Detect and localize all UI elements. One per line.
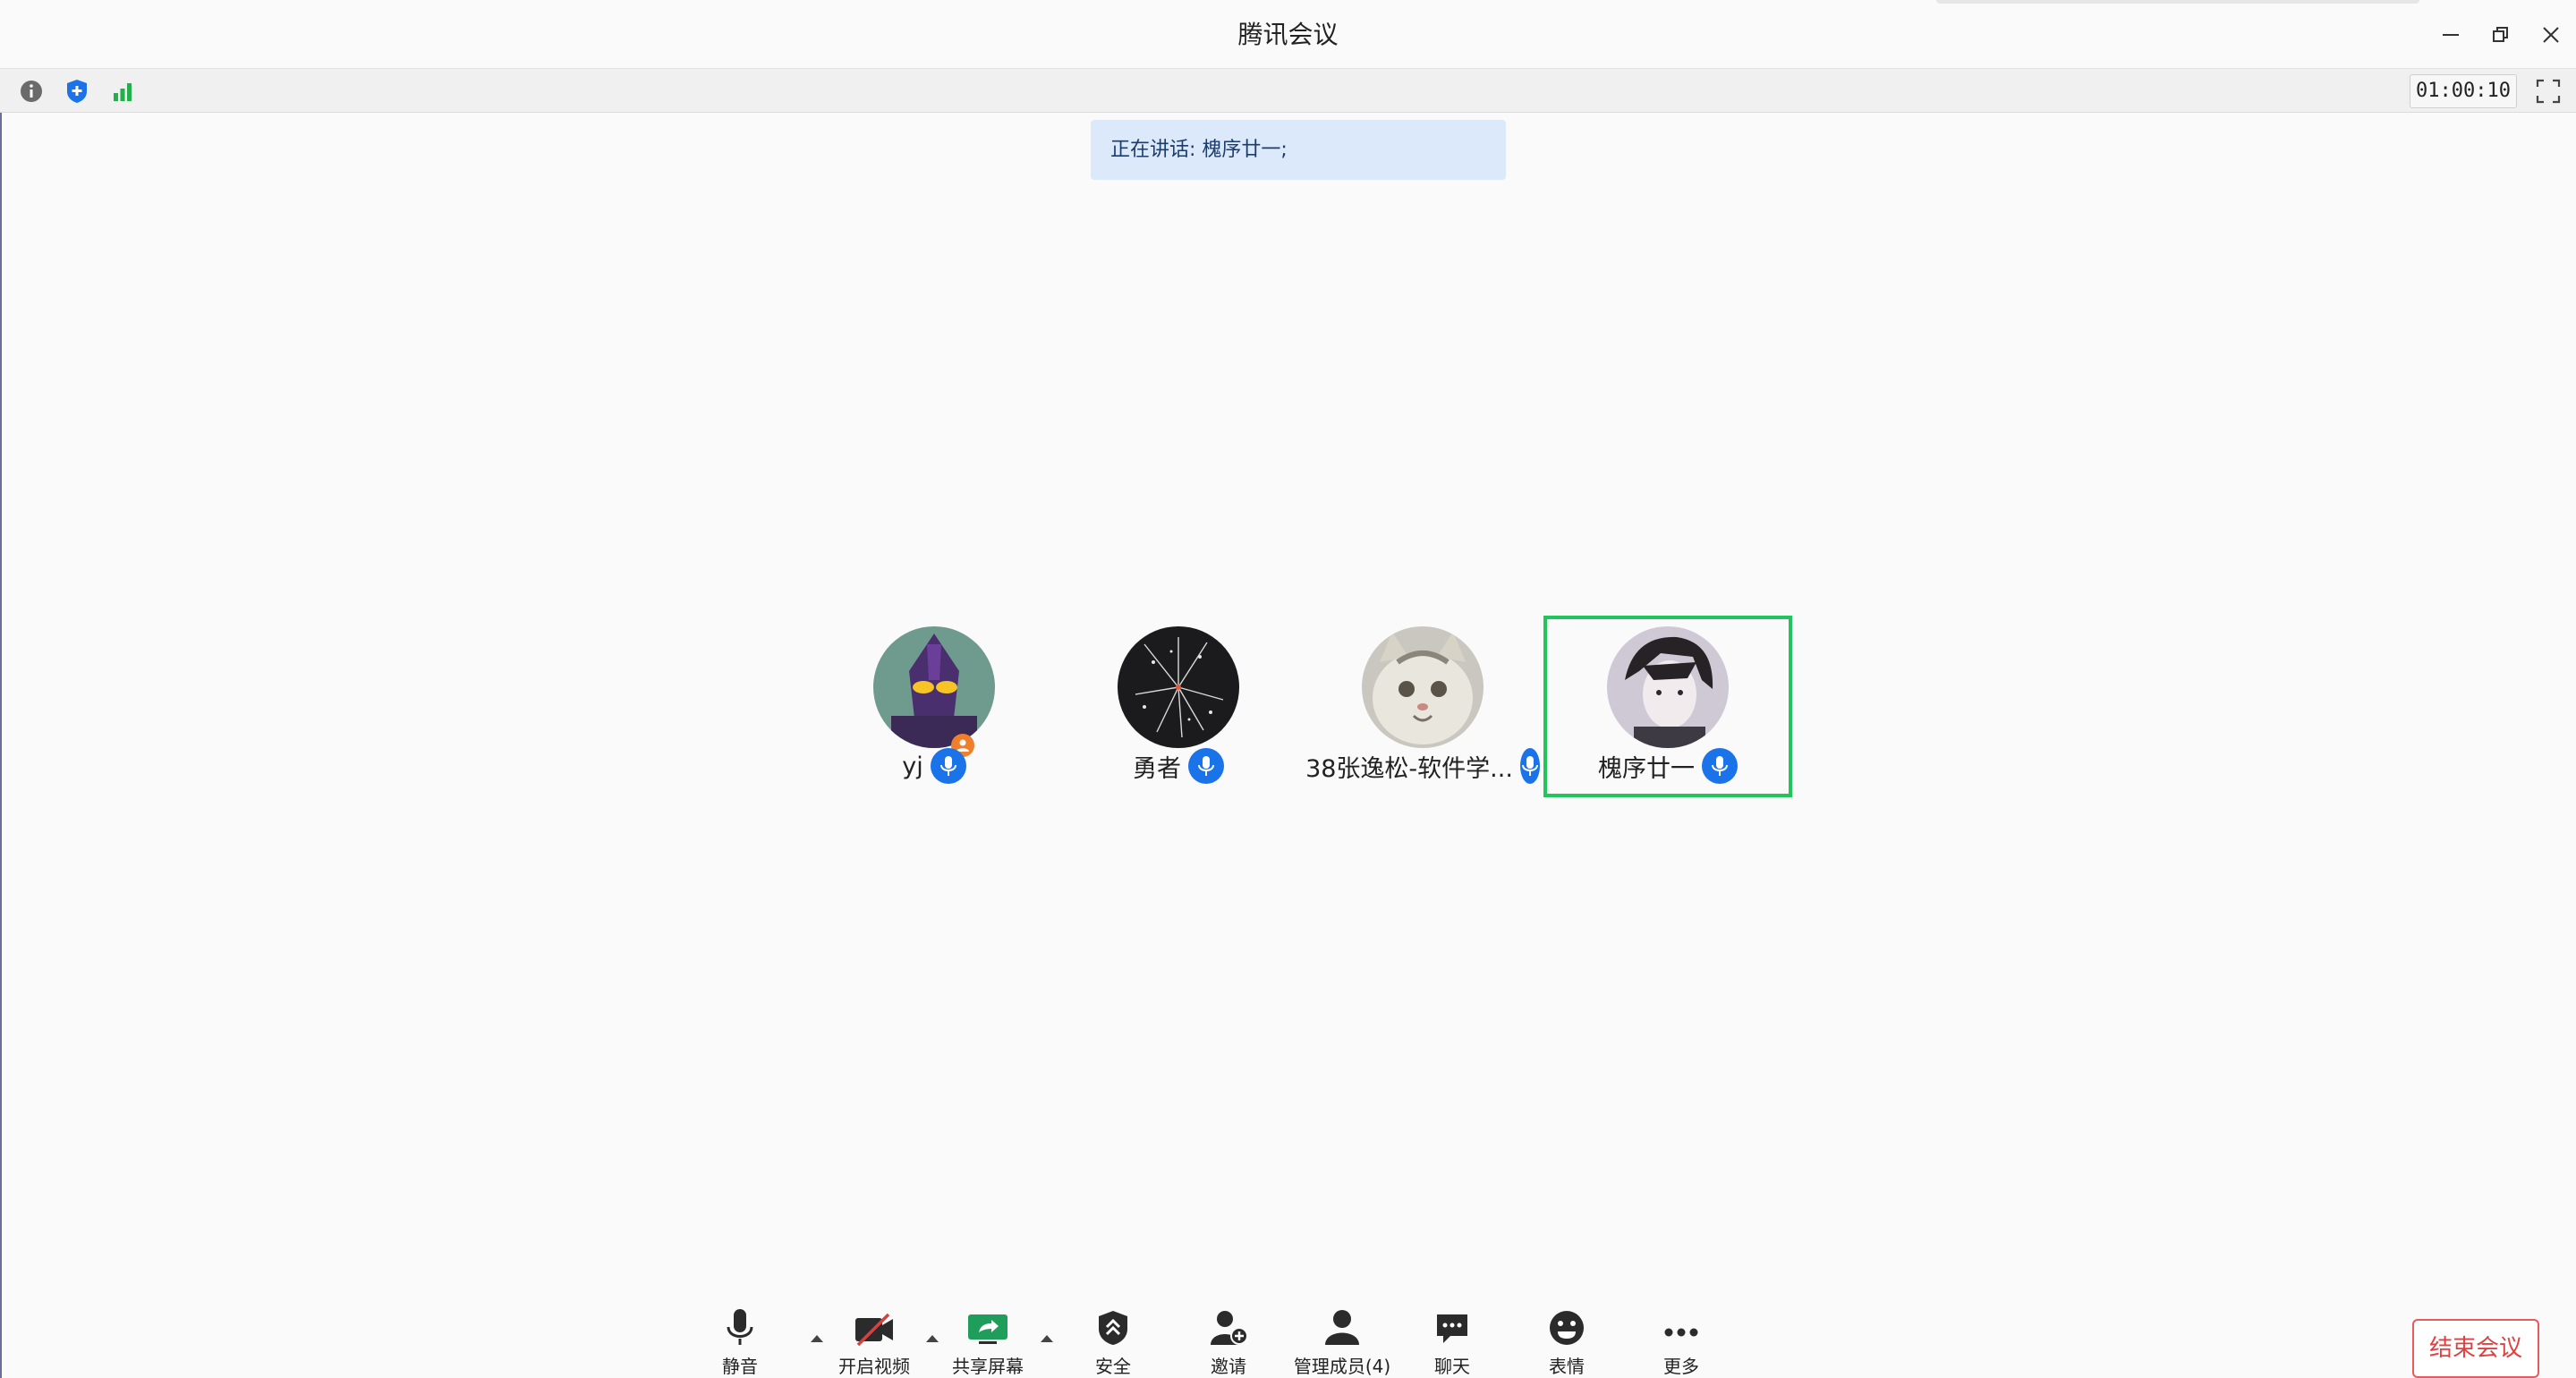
video-off-icon (855, 1313, 893, 1347)
end-meeting-button[interactable]: 结束会议 (2412, 1319, 2539, 1378)
participant-tile[interactable]: 38张逸松-软件学... (1305, 623, 1540, 793)
add-user-icon (1211, 1311, 1248, 1345)
meeting-info-toolbar: 01:00:10 (0, 69, 2576, 113)
audio-options-caret[interactable] (806, 1330, 828, 1348)
minimize-icon (2443, 33, 2459, 36)
participant-tile[interactable]: yj (818, 623, 1050, 793)
participant-name-row: 勇者 (1062, 748, 1295, 784)
meeting-security-status-button[interactable] (62, 76, 92, 106)
chat-bubble-icon (1437, 1314, 1467, 1343)
mic-on-icon (1702, 748, 1738, 784)
participant-name: yj (902, 752, 923, 780)
restore-icon (2493, 26, 2508, 42)
info-icon (21, 81, 42, 102)
manage-participants-label: 管理成员(4) (1293, 1356, 1391, 1377)
network-quality-button[interactable] (107, 76, 138, 106)
security-label: 安全 (1095, 1356, 1131, 1377)
more-label: 更多 (1663, 1356, 1699, 1377)
caret-up-icon (926, 1335, 939, 1342)
share-screen-button[interactable]: 共享屏幕 (947, 1306, 1029, 1378)
restore-button[interactable] (2476, 0, 2526, 69)
participant-tile[interactable]: 勇者 (1062, 623, 1295, 793)
participant-name: 38张逸松-软件学... (1305, 754, 1513, 783)
meeting-info-button[interactable] (16, 76, 47, 106)
title-bar: 腾讯会议 (0, 0, 2576, 69)
start-video-button[interactable]: 开启视频 (833, 1306, 915, 1378)
share-screen-icon (968, 1314, 1007, 1344)
avatar (1362, 626, 1484, 748)
window-left-edge (0, 0, 2, 1378)
share-options-caret[interactable] (1036, 1330, 1058, 1348)
fullscreen-icon (2536, 79, 2561, 104)
reactions-button[interactable]: 表情 (1539, 1306, 1594, 1378)
invite-button[interactable]: 邀请 (1201, 1306, 1256, 1378)
share-screen-label: 共享屏幕 (952, 1356, 1024, 1377)
mic-on-icon (930, 748, 966, 784)
start-video-label: 开启视频 (838, 1356, 910, 1377)
minimize-button[interactable] (2426, 0, 2476, 69)
invite-label: 邀请 (1211, 1356, 1246, 1377)
chat-label: 聊天 (1434, 1356, 1470, 1377)
reactions-label: 表情 (1549, 1356, 1585, 1377)
close-button[interactable] (2526, 0, 2576, 69)
caret-up-icon (1041, 1335, 1053, 1342)
mic-on-icon (1188, 748, 1224, 784)
window-controls (2426, 0, 2576, 69)
participants-icon (1325, 1310, 1359, 1345)
close-icon (2543, 26, 2559, 43)
signal-strength-icon (114, 83, 132, 101)
avatar (1607, 626, 1729, 748)
participant-name: 勇者 (1133, 754, 1181, 783)
more-dots-icon (1664, 1328, 1698, 1337)
manage-participants-button[interactable]: 管理成员(4) (1292, 1306, 1392, 1378)
mic-on-icon (1519, 748, 1540, 784)
chat-button[interactable]: 聊天 (1424, 1306, 1480, 1378)
fullscreen-button[interactable] (2533, 76, 2563, 106)
caret-up-icon (811, 1335, 823, 1342)
participant-name-row: 槐序廿一 (1552, 748, 1784, 784)
smiley-icon (1550, 1311, 1584, 1345)
mute-label: 静音 (722, 1356, 758, 1377)
microphone-icon (727, 1309, 753, 1345)
meeting-timer: 01:00:10 (2410, 74, 2517, 108)
participant-name-row: 38张逸松-软件学... (1305, 748, 1540, 784)
avatar (1118, 626, 1239, 748)
video-options-caret[interactable] (922, 1330, 943, 1348)
participant-name-row: yj (818, 748, 1050, 784)
participant-name: 槐序廿一 (1598, 754, 1695, 783)
security-shield-icon (1099, 1311, 1127, 1345)
security-button[interactable]: 安全 (1085, 1306, 1141, 1378)
mute-button[interactable]: 静音 (712, 1306, 768, 1378)
meeting-control-bar (0, 1306, 2576, 1378)
security-shield-icon (67, 80, 87, 103)
avatar (873, 626, 995, 748)
active-speaker-banner: 正在讲话: 槐序廿一; (1091, 120, 1506, 180)
participant-tile[interactable]: 槐序廿一 (1552, 623, 1784, 793)
window-title: 腾讯会议 (1237, 20, 1339, 49)
more-button[interactable]: 更多 (1654, 1306, 1709, 1378)
